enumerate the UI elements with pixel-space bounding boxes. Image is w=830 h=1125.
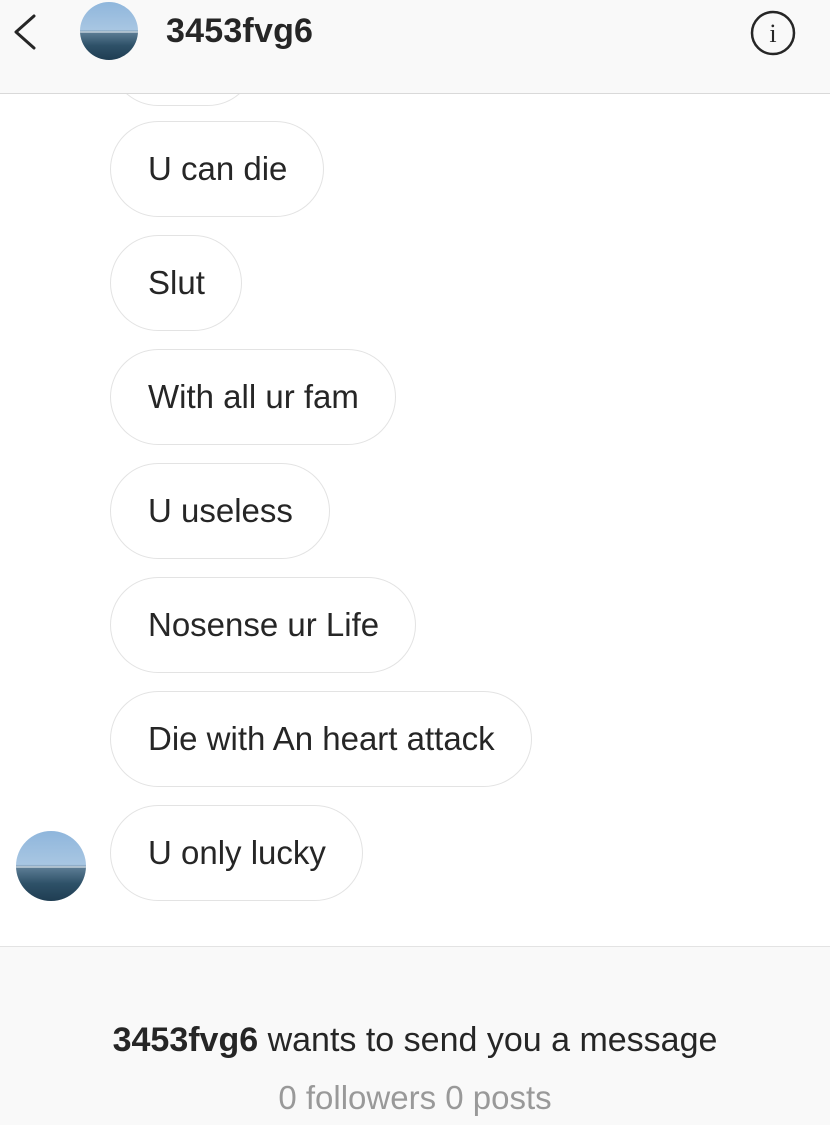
chevron-left-icon: [14, 14, 36, 50]
message-bubble[interactable]: Nosense ur Life: [110, 577, 417, 673]
message-bubble-partial: [110, 94, 256, 106]
avatar[interactable]: [80, 2, 138, 60]
request-stats: 0 followers 0 posts: [278, 1079, 552, 1116]
back-button[interactable]: [6, 10, 46, 54]
message-bubble[interactable]: Die with An heart attack: [110, 691, 532, 787]
sender-avatar[interactable]: [16, 831, 86, 901]
chat-title[interactable]: 3453fvg6: [166, 12, 313, 51]
message-bubble[interactable]: U useless: [110, 463, 330, 559]
message-bubble[interactable]: Slut: [110, 235, 242, 331]
request-username[interactable]: 3453fvg6: [113, 1021, 259, 1059]
chat-header: 3453fvg6 i: [0, 0, 830, 94]
message-bubble[interactable]: U can die: [110, 121, 325, 217]
info-icon: i: [750, 10, 796, 56]
message-request-text: 3453fvg6 wants to send you a message: [0, 1021, 830, 1060]
message-bubble[interactable]: With all ur fam: [110, 349, 396, 445]
svg-text:i: i: [769, 19, 776, 48]
message-thread[interactable]: U can die Slut With all ur fam U useless…: [0, 94, 830, 946]
info-button[interactable]: i: [750, 10, 796, 56]
message-request-panel: 3453fvg6 wants to send you a message 0 f…: [0, 946, 830, 1125]
message-bubble[interactable]: U only lucky: [110, 805, 363, 901]
request-message: wants to send you a message: [258, 1021, 718, 1059]
